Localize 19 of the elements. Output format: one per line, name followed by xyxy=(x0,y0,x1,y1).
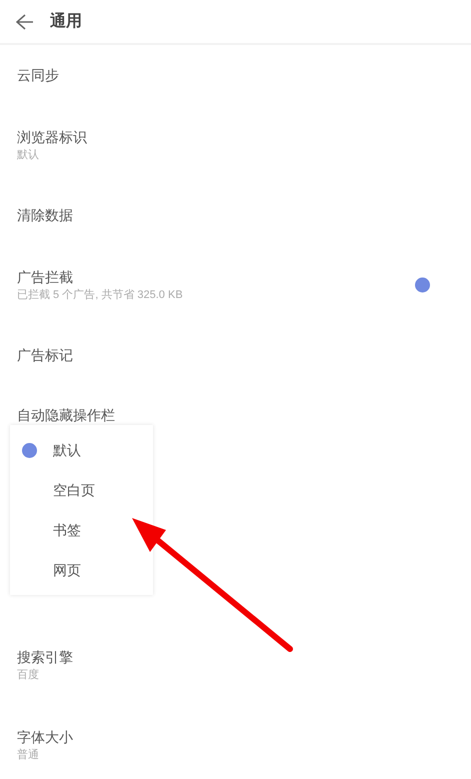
setting-subtitle: 已拦截 5 个广告, 共节省 325.0 KB xyxy=(17,288,183,303)
option-item[interactable]: 默认 xyxy=(53,440,81,460)
setting-title[interactable]: 搜索引擎 xyxy=(17,647,73,667)
setting-title[interactable]: 广告标记 xyxy=(17,345,73,365)
setting-title[interactable]: 浏览器标识 xyxy=(17,127,87,147)
setting-title[interactable]: 自动隐藏操作栏 xyxy=(17,405,115,425)
option-item[interactable]: 书签 xyxy=(53,520,81,540)
option-item[interactable]: 空白页 xyxy=(53,480,95,500)
setting-subtitle: 百度 xyxy=(17,668,39,683)
option-item[interactable]: 网页 xyxy=(53,560,81,580)
toggle-switch[interactable] xyxy=(415,278,430,292)
setting-title[interactable]: 云同步 xyxy=(17,65,59,85)
page-title: 通用 xyxy=(50,11,82,32)
setting-title[interactable]: 广告拦截 xyxy=(17,267,73,287)
setting-title[interactable]: 清除数据 xyxy=(17,205,73,225)
setting-subtitle: 默认 xyxy=(17,148,39,163)
back-icon[interactable] xyxy=(16,14,34,30)
setting-title[interactable]: 字体大小 xyxy=(17,727,73,747)
setting-subtitle: 普通 xyxy=(17,748,39,763)
